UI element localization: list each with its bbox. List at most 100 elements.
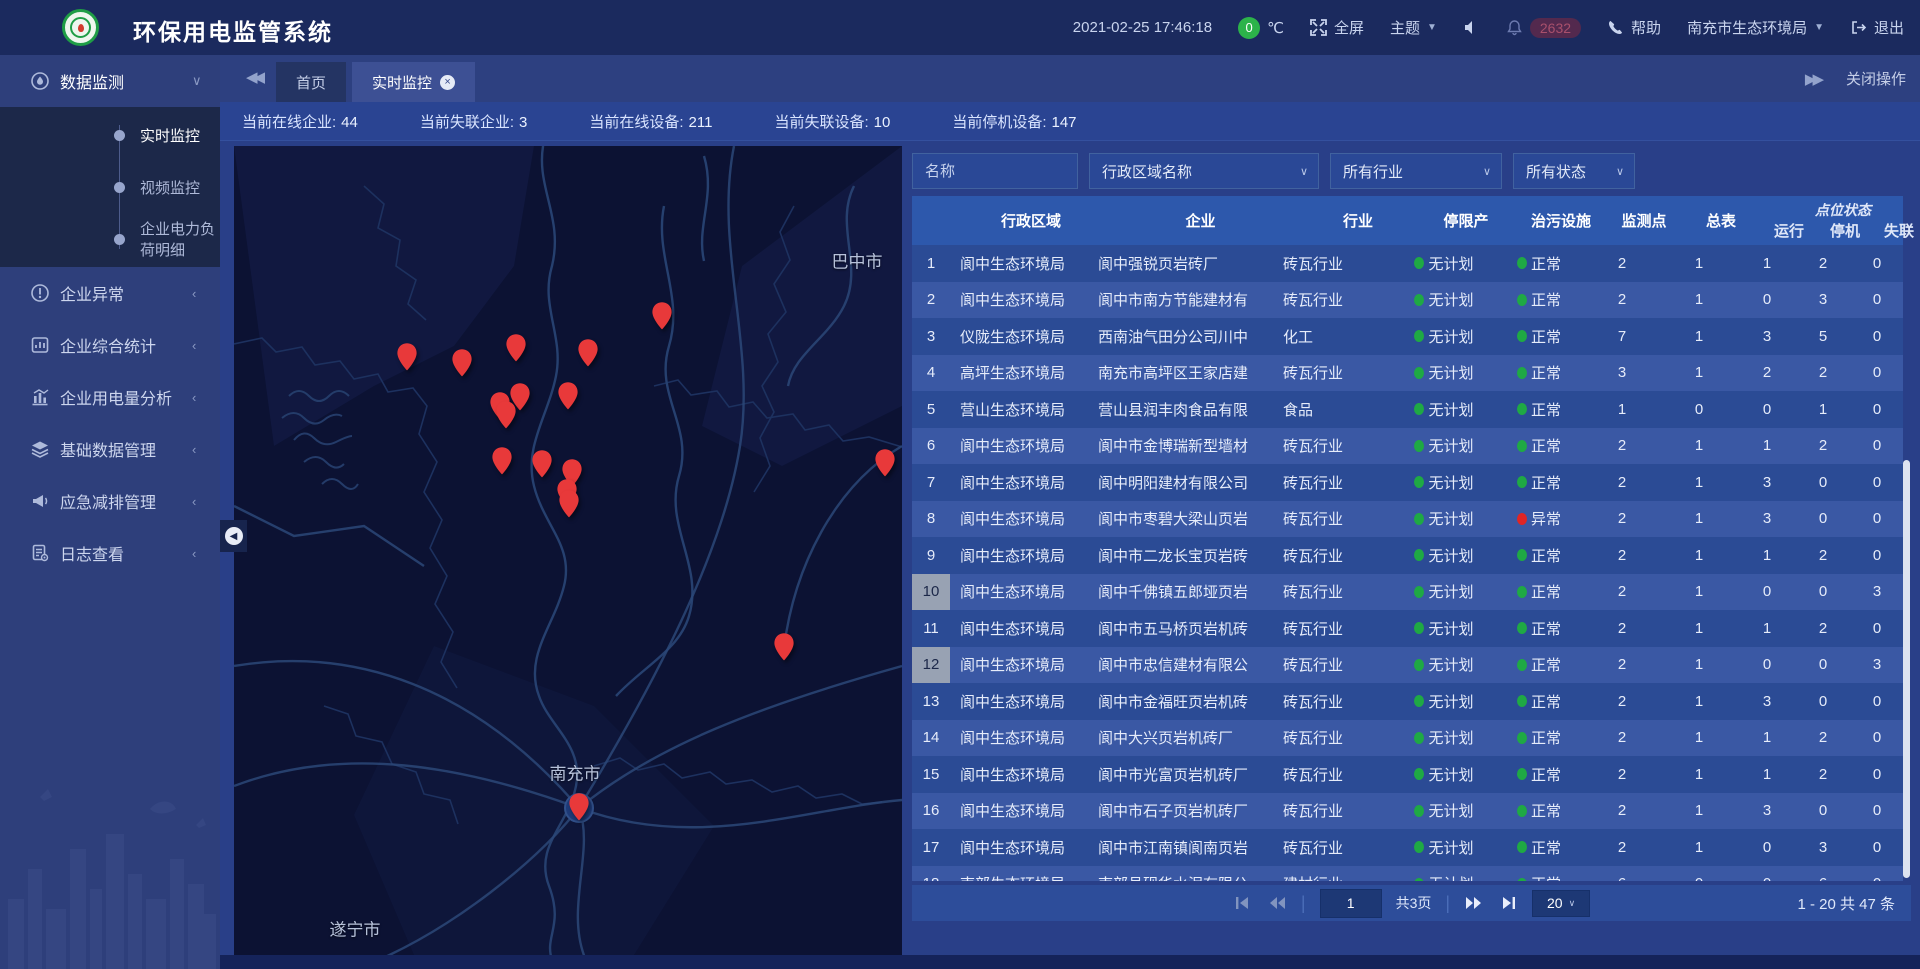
close-operations-button[interactable]: 关闭操作 bbox=[1846, 68, 1906, 89]
table-row[interactable]: 7阆中生态环境局阆中明阳建材有限公司砖瓦行业无计划正常21300 bbox=[912, 464, 1903, 501]
sidebar-item-3[interactable]: 企业用电量分析‹ bbox=[0, 371, 220, 423]
table-row[interactable]: 15阆中生态环境局阆中市光富页岩机砖厂砖瓦行业无计划正常21120 bbox=[912, 756, 1903, 793]
temperature-unit: ℃ bbox=[1267, 19, 1284, 37]
table-row[interactable]: 9阆中生态环境局阆中市二龙长宝页岩砖砖瓦行业无计划正常21120 bbox=[912, 537, 1903, 574]
table-row[interactable]: 8阆中生态环境局阆中市枣碧大梁山页岩砖瓦行业无计划异常21300 bbox=[912, 501, 1903, 538]
map-panel[interactable]: 巴中市南充市遂宁市 bbox=[234, 146, 902, 955]
cell-company: 阆中市石子页岩机砖厂 bbox=[1092, 800, 1277, 821]
name-search-input[interactable] bbox=[912, 153, 1078, 189]
tabs-scroll-right-icon[interactable]: ▶▶ bbox=[1805, 70, 1820, 88]
tab-0[interactable]: 首页 bbox=[276, 62, 346, 102]
cell-production-status: 无计划 bbox=[1395, 837, 1493, 858]
cell-facility-status: 正常 bbox=[1493, 399, 1585, 420]
sidebar-subitem-label: 实时监控 bbox=[140, 125, 200, 146]
tabs-scroll-left-icon[interactable]: ◀◀ bbox=[246, 68, 261, 86]
skyline-decoration bbox=[0, 779, 220, 969]
map-pin[interactable] bbox=[491, 446, 513, 476]
map-pin[interactable] bbox=[495, 400, 517, 430]
map-pin[interactable] bbox=[505, 333, 527, 363]
chevron-left-icon: ‹ bbox=[192, 494, 196, 509]
cell-monitor-points: 2 bbox=[1585, 547, 1659, 564]
sidebar-item-6[interactable]: 日志查看‹ bbox=[0, 527, 220, 579]
sidebar-item-0[interactable]: 数据监测∨ bbox=[0, 55, 220, 107]
sidebar-item-1[interactable]: 企业异常‹ bbox=[0, 267, 220, 319]
table-row[interactable]: 6阆中生态环境局阆中市金博瑞新型墙材砖瓦行业无计划正常21120 bbox=[912, 428, 1903, 465]
mute-button[interactable] bbox=[1463, 19, 1480, 36]
map-pin[interactable] bbox=[577, 338, 599, 368]
speaker-muted-icon bbox=[1463, 19, 1480, 36]
fullscreen-button[interactable]: 全屏 bbox=[1310, 17, 1364, 38]
table-row[interactable]: 18南部生态环境局南部县砚华水泥有限公建材行业无计划正常60060 bbox=[912, 866, 1903, 882]
cell-region: 阆中生态环境局 bbox=[950, 435, 1092, 456]
map-pin[interactable] bbox=[557, 381, 579, 411]
sidebar-subitem-1[interactable]: 视频监控 bbox=[0, 161, 220, 213]
cell-facility-status: 异常 bbox=[1493, 508, 1585, 529]
close-icon[interactable]: × bbox=[440, 75, 455, 90]
cell-region: 阆中生态环境局 bbox=[950, 764, 1092, 785]
table-row[interactable]: 5营山生态环境局营山县润丰肉食品有限食品无计划正常10010 bbox=[912, 391, 1903, 428]
table-row[interactable]: 4高坪生态环境局南充市高坪区王家店建砖瓦行业无计划正常31220 bbox=[912, 355, 1903, 392]
table-row[interactable]: 13阆中生态环境局阆中市金福旺页岩机砖砖瓦行业无计划正常21300 bbox=[912, 683, 1903, 720]
table-row[interactable]: 11阆中生态环境局阆中市五马桥页岩机砖砖瓦行业无计划正常21120 bbox=[912, 610, 1903, 647]
cell-facility-status: 正常 bbox=[1493, 837, 1585, 858]
cell-stopped: 2 bbox=[1795, 729, 1851, 746]
stat-item-4: 当前停机设备:147 bbox=[952, 111, 1076, 132]
map-pin[interactable] bbox=[651, 301, 673, 331]
cell-company: 南部县砚华水泥有限公 bbox=[1092, 873, 1277, 881]
sidebar-subitem-2[interactable]: 企业电力负荷明细 bbox=[0, 213, 220, 265]
sidebar-item-4[interactable]: 基础数据管理‹ bbox=[0, 423, 220, 475]
map-pin[interactable] bbox=[874, 448, 896, 478]
cell-stopped: 2 bbox=[1795, 364, 1851, 381]
bullet-icon bbox=[114, 130, 125, 141]
cell-industry: 砖瓦行业 bbox=[1277, 837, 1395, 858]
phone-icon bbox=[1607, 19, 1624, 36]
map-collapse-button[interactable]: ◀ bbox=[220, 520, 247, 552]
map-pin[interactable] bbox=[451, 348, 473, 378]
map-pin[interactable] bbox=[558, 489, 580, 519]
map-pin[interactable] bbox=[568, 792, 590, 822]
sidebar-item-2[interactable]: 企业综合统计‹ bbox=[0, 319, 220, 371]
table-row[interactable]: 3仪陇生态环境局西南油气田分公司川中化工无计划正常71350 bbox=[912, 318, 1903, 355]
table-row[interactable]: 14阆中生态环境局阆中大兴页岩机砖厂砖瓦行业无计划正常21120 bbox=[912, 720, 1903, 757]
status-dot-green bbox=[1517, 878, 1527, 881]
page-number-input[interactable] bbox=[1320, 889, 1382, 918]
table-body: 1阆中生态环境局阆中强锐页岩砖厂砖瓦行业无计划正常211202阆中生态环境局阆中… bbox=[912, 245, 1903, 881]
table-scrollbar[interactable] bbox=[1903, 245, 1911, 881]
status-select[interactable]: 所有状态 ∨ bbox=[1513, 153, 1635, 189]
sidebar-item-5[interactable]: 应急减排管理‹ bbox=[0, 475, 220, 527]
sidebar-subitem-0[interactable]: 实时监控 bbox=[0, 109, 220, 161]
chevron-down-icon: ∨ bbox=[192, 73, 202, 89]
industry-select[interactable]: 所有行业 ∨ bbox=[1330, 153, 1502, 189]
cell-running: 0 bbox=[1739, 291, 1795, 308]
map-pin[interactable] bbox=[773, 632, 795, 662]
next-page-icon[interactable] bbox=[1464, 895, 1484, 911]
table-row[interactable]: 1阆中生态环境局阆中强锐页岩砖厂砖瓦行业无计划正常21120 bbox=[912, 245, 1903, 282]
sidebar-item-label: 基础数据管理 bbox=[60, 437, 156, 461]
map-pin[interactable] bbox=[531, 449, 553, 479]
notifications-button[interactable]: 2632 bbox=[1506, 18, 1581, 38]
last-page-icon[interactable] bbox=[1498, 895, 1518, 911]
cell-industry: 食品 bbox=[1277, 399, 1395, 420]
prev-page-icon[interactable] bbox=[1267, 895, 1287, 911]
cell-company: 阆中市金福旺页岩机砖 bbox=[1092, 691, 1277, 712]
table-row[interactable]: 2阆中生态环境局阆中市南方节能建材有砖瓦行业无计划正常21030 bbox=[912, 282, 1903, 319]
theme-dropdown[interactable]: 主题 ▼ bbox=[1390, 17, 1437, 38]
status-dot-green bbox=[1414, 513, 1424, 525]
status-dot-green bbox=[1414, 330, 1424, 342]
first-page-icon[interactable] bbox=[1233, 895, 1253, 911]
org-dropdown[interactable]: 南充市生态环境局 ▼ bbox=[1687, 17, 1824, 38]
filter-row: 行政区域名称 ∨ 所有行业 ∨ 所有状态 ∨ bbox=[912, 153, 1635, 189]
region-select[interactable]: 行政区域名称 ∨ bbox=[1089, 153, 1319, 189]
page-size-select[interactable]: 20 ∨ bbox=[1532, 890, 1590, 917]
logout-label: 退出 bbox=[1874, 17, 1904, 38]
tab-1[interactable]: 实时监控× bbox=[352, 62, 475, 102]
table-row[interactable]: 17阆中生态环境局阆中市江南镇阆南页岩砖瓦行业无计划正常21030 bbox=[912, 829, 1903, 866]
help-button[interactable]: 帮助 bbox=[1607, 17, 1661, 38]
cell-total-meter: 1 bbox=[1659, 839, 1739, 856]
table-row[interactable]: 12阆中生态环境局阆中市忠信建材有限公砖瓦行业无计划正常21003 bbox=[912, 647, 1903, 684]
table-row[interactable]: 10阆中生态环境局阆中千佛镇五郎垭页岩砖瓦行业无计划正常21003 bbox=[912, 574, 1903, 611]
map-pin[interactable] bbox=[396, 342, 418, 372]
table-row[interactable]: 16阆中生态环境局阆中市石子页岩机砖厂砖瓦行业无计划正常21300 bbox=[912, 793, 1903, 830]
cell-row-number: 11 bbox=[912, 610, 950, 647]
logout-button[interactable]: 退出 bbox=[1850, 17, 1904, 38]
